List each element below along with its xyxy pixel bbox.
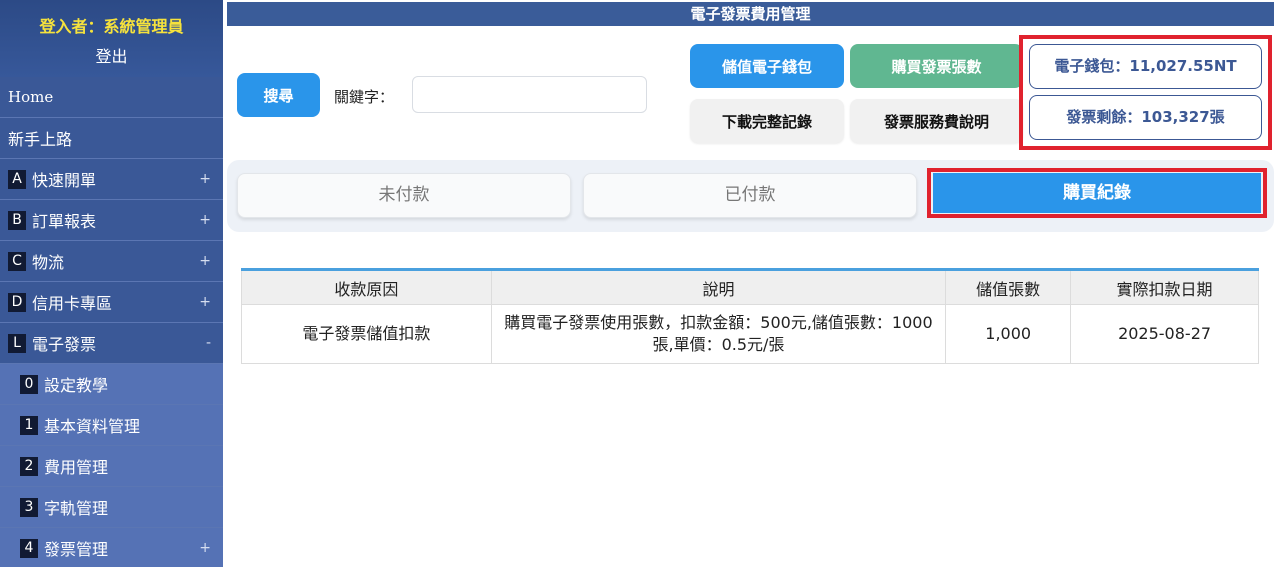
menu-badge: D (8, 292, 26, 312)
sidebar-item-label: 基本資料管理 (44, 417, 141, 436)
keyword-label: 關鍵字： (334, 88, 395, 106)
sidebar-item-home[interactable]: Home (0, 77, 223, 118)
menu-badge: 1 (20, 415, 38, 435)
column-header: 實際扣款日期 (1070, 269, 1259, 305)
sidebar-item-getting-started[interactable]: 新手上路 (0, 118, 223, 159)
sidebar-subitem-setup-tutorial[interactable]: 0 設定教學 (0, 364, 223, 405)
sidebar-item-label: 費用管理 (44, 458, 109, 477)
table-row: 電子發票儲值扣款 購買電子發票使用張數，扣款金額：500元,儲值張數：1000張… (241, 304, 1259, 364)
records-table-container: 收款原因 說明 儲值張數 實際扣款日期 電子發票儲值扣款 購買電子發票使用張數，… (241, 268, 1259, 364)
cell-description: 購買電子發票使用張數，扣款金額：500元,儲值張數：1000張,單價：0.5元/… (490, 304, 947, 364)
logout-link[interactable]: 登出 (0, 45, 223, 69)
sidebar: 登入者：系統管理員 登出 Home 新手上路 A 快速開單 + B 訂單報表 +… (0, 0, 223, 567)
cell-count: 1,000 (945, 304, 1072, 364)
tab-paid[interactable]: 已付款 (583, 173, 917, 218)
wallet-balance: 電子錢包：11,027.55NT (1029, 44, 1262, 89)
table-header-row: 收款原因 說明 儲值張數 實際扣款日期 (241, 269, 1259, 305)
menu-badge: L (8, 333, 26, 353)
sidebar-item-logistics[interactable]: C 物流 + (0, 241, 223, 282)
records-table: 收款原因 說明 儲值張數 實際扣款日期 電子發票儲值扣款 購買電子發票使用張數，… (241, 268, 1259, 364)
user-label: 登入者：系統管理員 (39, 17, 184, 36)
tab-purchase-records[interactable]: 購買紀錄 (933, 173, 1261, 213)
keyword-input[interactable] (412, 76, 647, 113)
sidebar-item-quick-order[interactable]: A 快速開單 + (0, 159, 223, 200)
invoice-remaining: 發票剩餘：103,327張 (1029, 95, 1262, 140)
sidebar-subitem-track-management[interactable]: 3 字軌管理 (0, 487, 223, 528)
expand-icon[interactable]: + (199, 294, 211, 310)
expand-icon[interactable]: + (199, 540, 211, 556)
app-window: 登入者：系統管理員 登出 Home 新手上路 A 快速開單 + B 訂單報表 +… (0, 0, 1274, 567)
sidebar-subitem-fee-management[interactable]: 2 費用管理 (0, 446, 223, 487)
menu-badge: A (8, 169, 26, 189)
menu-badge: B (8, 210, 26, 230)
expand-icon[interactable]: + (199, 212, 211, 228)
cell-reason: 電子發票儲值扣款 (241, 304, 492, 364)
column-header: 說明 (490, 269, 947, 305)
sidebar-item-credit-card[interactable]: D 信用卡專區 + (0, 282, 223, 323)
page-title: 電子發票費用管理 (227, 2, 1274, 26)
sidebar-item-label: 訂單報表 (32, 212, 97, 231)
sidebar-item-label: 快速開單 (32, 171, 97, 190)
search-button[interactable]: 搜尋 (237, 73, 320, 117)
balance-highlight-box: 電子錢包：11,027.55NT 發票剩餘：103,327張 (1019, 35, 1272, 150)
collapse-icon[interactable]: - (206, 335, 211, 351)
topup-wallet-button[interactable]: 儲值電子錢包 (690, 44, 844, 88)
sidebar-item-label: 設定教學 (44, 376, 109, 395)
sidebar-item-label: 電子發票 (32, 335, 97, 354)
menu-badge: 0 (20, 374, 38, 394)
sidebar-item-label: 物流 (32, 253, 65, 272)
sidebar-item-label: 發票管理 (44, 540, 109, 559)
sidebar-item-label: 字軌管理 (44, 499, 109, 518)
sidebar-subitem-basic-info[interactable]: 1 基本資料管理 (0, 405, 223, 446)
expand-icon[interactable]: + (199, 171, 211, 187)
menu-badge: 4 (20, 538, 38, 558)
menu-badge: 3 (20, 497, 38, 517)
service-fee-info-button[interactable]: 發票服務費說明 (850, 99, 1023, 143)
sidebar-item-order-report[interactable]: B 訂單報表 + (0, 200, 223, 241)
column-header: 儲值張數 (945, 269, 1072, 305)
sidebar-item-label: 新手上路 (8, 130, 73, 149)
sidebar-subitem-invoice-management[interactable]: 4 發票管理 + (0, 528, 223, 567)
menu-badge: 2 (20, 456, 38, 476)
sidebar-item-label: 信用卡專區 (32, 294, 113, 313)
sidebar-item-e-invoice[interactable]: L 電子發票 - (0, 323, 223, 364)
menu-badge: C (8, 251, 26, 271)
user-box: 登入者：系統管理員 登出 (0, 0, 223, 77)
download-records-button[interactable]: 下載完整記錄 (690, 99, 844, 143)
tab-unpaid[interactable]: 未付款 (237, 173, 571, 218)
expand-icon[interactable]: + (199, 253, 211, 269)
buy-invoices-button[interactable]: 購買發票張數 (850, 44, 1023, 88)
column-header: 收款原因 (241, 269, 492, 305)
cell-date: 2025-08-27 (1070, 304, 1259, 364)
sidebar-item-label: Home (8, 88, 54, 106)
